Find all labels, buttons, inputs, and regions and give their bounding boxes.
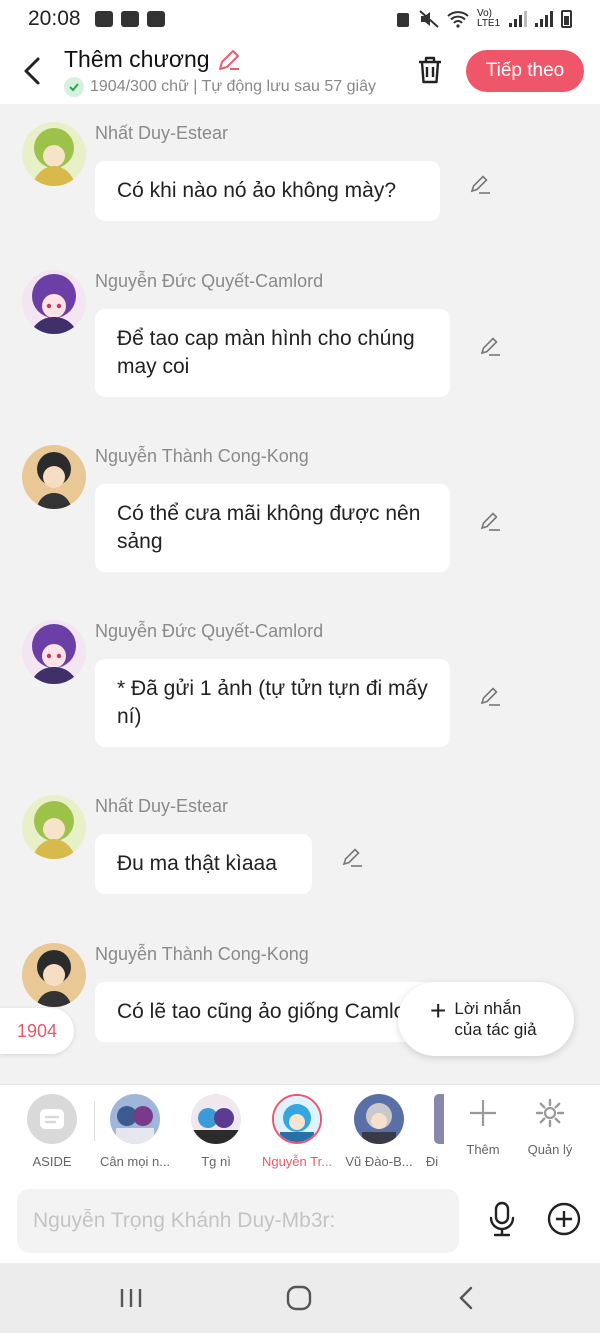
message-bubble[interactable]: Đu ma thật kìaaa	[95, 834, 312, 894]
edit-title-icon[interactable]	[216, 47, 242, 73]
plus-icon	[470, 1100, 496, 1126]
gear-icon	[535, 1098, 565, 1128]
recent-apps-icon[interactable]	[116, 1283, 146, 1313]
signal-icon	[509, 11, 527, 27]
home-icon[interactable]	[284, 1283, 314, 1313]
character-item[interactable]: Vũ Đào-B...	[341, 1094, 417, 1169]
message-sender: Nhất Duy-Estear	[95, 123, 229, 143]
avatar[interactable]	[22, 943, 86, 1007]
page-title-text: Thêm chương	[64, 46, 210, 72]
avatar	[434, 1094, 444, 1144]
avatar[interactable]	[22, 270, 86, 334]
battery-icon	[561, 10, 572, 28]
message-bubble[interactable]: Để tao cap màn hình cho chúng may coi	[95, 309, 450, 397]
add-character-label: Thêm	[466, 1142, 500, 1157]
microphone-icon[interactable]	[486, 1201, 518, 1237]
message-bubble[interactable]: Có thể cưa mãi không được nên sảng	[95, 484, 450, 572]
message-sender: Nguyễn Đức Quyết-Camlord	[95, 271, 324, 291]
saved-check-icon	[64, 77, 84, 97]
divider	[94, 1101, 95, 1141]
message-bubble[interactable]: Có lẽ tao cũng ảo giống Camlord	[95, 982, 450, 1042]
autosave-status: 1904/300 chữ | Tự động lưu sau 57 giây	[64, 77, 394, 97]
edit-message-icon[interactable]	[340, 845, 364, 869]
message-sender: Nguyễn Thành Cong-Kong	[95, 944, 309, 964]
character-name: Tg nì	[201, 1154, 231, 1169]
author-note-button[interactable]: + Lời nhắn của tác giả	[398, 982, 574, 1056]
message-bubble[interactable]: Có khi nào nó ảo không mày?	[95, 161, 440, 221]
network-type: Vo) LTE1	[477, 8, 501, 29]
message-bubble[interactable]: * Đã gửi 1 ảnh (tự tửn tựn đi mấy ní)	[95, 659, 450, 747]
page-title: Thêm chương	[64, 46, 242, 73]
character-name: ASIDE	[32, 1154, 72, 1169]
wifi-icon	[447, 11, 469, 28]
character-item[interactable]: Cân mọi n...	[97, 1094, 173, 1169]
header: Thêm chương 1904/300 chữ | Tự động lưu s…	[0, 38, 600, 104]
avatar[interactable]	[22, 620, 86, 684]
character-name: Cân mọi n...	[99, 1154, 171, 1169]
recycle-icon	[397, 13, 409, 27]
aside-icon	[27, 1094, 77, 1144]
system-back-icon[interactable]	[452, 1283, 482, 1313]
message-sender: Nguyễn Đức Quyết-Camlord	[95, 621, 324, 641]
author-note-label: Lời nhắn của tác giả	[454, 999, 537, 1039]
message-list[interactable]: Nhất Duy-Estear Có khi nào nó ảo không m…	[0, 104, 600, 1084]
word-count-text: 1904/300 chữ | Tự động lưu sau 57 giây	[90, 78, 376, 95]
word-counter-badge[interactable]: 1904	[0, 1008, 74, 1054]
system-nav-bar	[0, 1263, 600, 1333]
edit-message-icon[interactable]	[478, 509, 502, 533]
message-sender: Nhất Duy-Estear	[95, 796, 229, 816]
next-button[interactable]: Tiếp theo	[466, 50, 584, 92]
character-aside[interactable]: ASIDE	[14, 1094, 90, 1169]
status-time: 20:08	[28, 7, 81, 30]
manage-label: Quản lý	[527, 1142, 573, 1157]
message-input[interactable]	[17, 1189, 459, 1253]
avatar[interactable]	[22, 445, 86, 509]
add-character-button[interactable]: Thêm	[450, 1097, 516, 1157]
character-name: Đi	[425, 1154, 439, 1169]
character-bar: ASIDE Cân mọi n... Tg nì Nguyễn Tr... Vũ…	[0, 1084, 600, 1179]
trash-icon[interactable]	[414, 54, 446, 86]
avatar	[191, 1094, 241, 1144]
app-notification-icon	[146, 11, 165, 27]
manage-characters-button[interactable]: Quản lý	[517, 1097, 583, 1157]
back-arrow-icon[interactable]	[18, 54, 48, 88]
status-bar: 20:08 Vo) LTE1	[0, 0, 600, 38]
youtube-notification-icon	[120, 11, 139, 27]
avatar	[354, 1094, 404, 1144]
edit-message-icon[interactable]	[478, 684, 502, 708]
avatar	[272, 1094, 322, 1144]
character-name: Nguyễn Tr...	[261, 1154, 333, 1169]
character-item[interactable]: Đi	[420, 1094, 444, 1169]
character-item-selected[interactable]: Nguyễn Tr...	[259, 1094, 335, 1169]
signal-icon-2	[535, 11, 553, 27]
character-item[interactable]: Tg nì	[178, 1094, 254, 1169]
message-sender: Nguyễn Thành Cong-Kong	[95, 446, 309, 466]
avatar[interactable]	[22, 795, 86, 859]
avatar[interactable]	[22, 122, 86, 186]
character-name: Vũ Đào-B...	[345, 1154, 413, 1169]
avatar	[110, 1094, 160, 1144]
edit-message-icon[interactable]	[468, 172, 492, 196]
edit-message-icon[interactable]	[478, 334, 502, 358]
plus-icon: +	[430, 995, 447, 1026]
add-circle-icon[interactable]	[546, 1201, 582, 1237]
mute-icon	[419, 10, 439, 28]
composer	[0, 1179, 600, 1263]
gallery-notification-icon	[94, 11, 113, 27]
